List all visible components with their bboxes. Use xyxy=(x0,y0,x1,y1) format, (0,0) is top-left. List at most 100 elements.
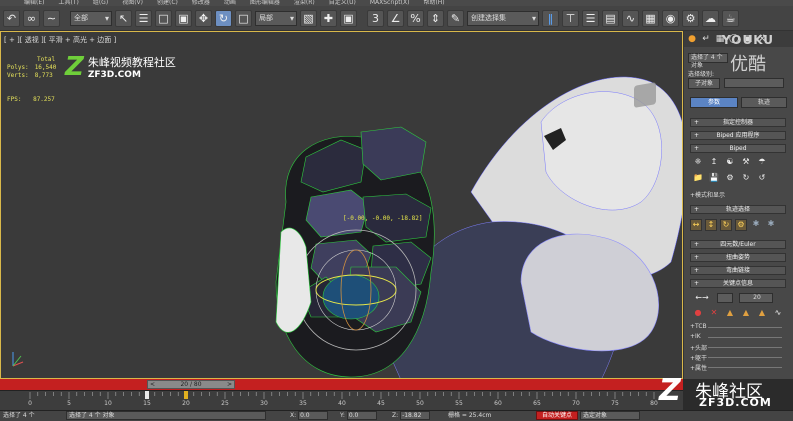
scale-icon[interactable]: □ xyxy=(235,9,252,27)
main-toolbar: ↶ ∞ ∼ 全部 ↖ ☰ □ ▣ ✥ ↻ □ 局部 ▧ ✚ ▣ 3 ∠ % ⇕ … xyxy=(0,6,793,31)
keyboard-shortcut-icon[interactable]: ▣ xyxy=(340,9,357,27)
section-label: 头部 xyxy=(695,345,708,352)
viewcube-icon[interactable] xyxy=(634,82,656,108)
ref-coord-dropdown[interactable]: 局部 xyxy=(255,10,297,26)
selection-filter-dropdown[interactable]: 全部 xyxy=(70,10,112,26)
sub-object-button[interactable]: 子对象 xyxy=(688,78,720,89)
selection-name-field[interactable]: 选择了 4 个对象 xyxy=(688,53,728,69)
key-filter-dropdown[interactable]: 选定对象 xyxy=(580,411,640,420)
set-sliding-key-icon[interactable]: ▲ xyxy=(741,308,751,318)
render-setup-icon[interactable]: ⚙ xyxy=(682,9,699,27)
set-planted-key-icon[interactable]: ▲ xyxy=(725,308,735,318)
section-body[interactable]: +躯干 xyxy=(690,353,786,362)
section-ik[interactable]: +IK xyxy=(690,333,786,340)
rollout-mode-display[interactable]: +模式和显示 xyxy=(690,190,725,199)
scene-render xyxy=(275,76,682,378)
figure-mode-icon[interactable]: ❈ xyxy=(693,157,703,167)
symmetrical-icon[interactable]: ✱ xyxy=(750,219,762,231)
body-rotation-icon[interactable]: ↻ xyxy=(720,219,732,231)
align-icon[interactable]: ⊤ xyxy=(562,9,579,27)
stats-value: Total xyxy=(37,56,56,63)
angle-snap-icon[interactable]: ∠ xyxy=(387,9,404,27)
refresh-icon[interactable]: ↺ xyxy=(757,173,767,183)
time-next[interactable]: > xyxy=(227,381,232,388)
rollout-assign-controller[interactable]: 指定控制器 xyxy=(690,118,786,127)
spinner-snap-icon[interactable]: ⇕ xyxy=(427,9,444,27)
rollout-biped[interactable]: Biped xyxy=(690,144,786,153)
auto-key-button[interactable]: 自动关键点 xyxy=(536,411,578,420)
tab-params[interactable]: 参数 xyxy=(690,97,738,108)
window-crossing-icon[interactable]: ▣ xyxy=(175,9,192,27)
schematic-icon[interactable]: ▦ xyxy=(642,9,659,27)
key-frame-field[interactable]: 20 xyxy=(739,293,773,303)
rollout-track-select[interactable]: 轨迹选择 xyxy=(690,205,786,214)
edit-named-sel-icon[interactable]: ✎ xyxy=(447,9,464,27)
trajectory-icon[interactable]: ∿ xyxy=(773,308,783,318)
create-tab-icon[interactable]: ● xyxy=(686,33,698,45)
current-frame-marker[interactable] xyxy=(184,391,188,399)
modify-tab-icon[interactable]: ↵ xyxy=(700,33,712,45)
selection-level-label: 选择级别: xyxy=(688,71,715,78)
rollout-twist-pose[interactable]: 扭曲姿势 xyxy=(690,253,786,262)
mirror-icon[interactable]: ‖ xyxy=(542,9,559,27)
delete-key-icon[interactable]: ✕ xyxy=(709,308,719,318)
named-selection-dropdown[interactable]: 创建选择集 xyxy=(467,10,539,26)
pivot-icon[interactable]: ▧ xyxy=(300,9,317,27)
link-icon[interactable]: ∞ xyxy=(23,9,40,27)
key-number-field[interactable] xyxy=(717,293,733,303)
rollout-key-info[interactable]: 关键点信息 xyxy=(690,279,786,288)
set-key-icon[interactable]: ● xyxy=(693,308,703,318)
rollout-bend-links[interactable]: 弯曲链接 xyxy=(690,266,786,275)
move-all-icon[interactable]: ↻ xyxy=(741,173,751,183)
body-horizontal-icon[interactable]: ↔ xyxy=(690,219,702,231)
perspective-viewport[interactable]: [ + ][ 透视 ][ 平滑 + 高光 + 边面 ] Z 朱峰视频教程社区 Z… xyxy=(0,31,683,379)
lock-cog-icon[interactable]: ⚙ xyxy=(735,219,747,231)
layer-icon[interactable]: ☰ xyxy=(582,9,599,27)
viewport-stats: Total Polys: 16,540 Verts: 8,773 xyxy=(7,56,56,80)
unlink-icon[interactable]: ∼ xyxy=(43,9,60,27)
prev-next-key-icon[interactable]: ←→ xyxy=(693,293,711,303)
select-by-name-icon[interactable]: ☰ xyxy=(135,9,152,27)
opposite-icon[interactable]: ✱ xyxy=(765,219,777,231)
section-head[interactable]: +头部 xyxy=(690,343,786,352)
gizmo-coord-readout: [-0.00, -0.00, -18.82] xyxy=(343,215,423,222)
rollout-quaternion[interactable]: 四元数/Euler xyxy=(690,240,786,249)
motion-flow-icon[interactable]: ☯ xyxy=(725,157,735,167)
scene-explorer-icon[interactable]: ▤ xyxy=(602,9,619,27)
rollout-biped-app[interactable]: Biped 应用程序 xyxy=(690,131,786,140)
sub-object-dropdown[interactable] xyxy=(724,78,784,88)
tab-track[interactable]: 轨迹 xyxy=(741,97,787,108)
time-slider-bar[interactable]: < 20 / 80 > xyxy=(0,379,683,390)
timeline-tick-label: 35 xyxy=(299,400,307,407)
move-icon[interactable]: ✥ xyxy=(195,9,212,27)
timeline-tick-label: 20 xyxy=(182,400,190,407)
select-manipulate-icon[interactable]: ✚ xyxy=(320,9,337,27)
curve-editor-icon[interactable]: ∿ xyxy=(622,9,639,27)
undo-icon[interactable]: ↶ xyxy=(3,9,20,27)
snap-icon[interactable]: 3 xyxy=(367,9,384,27)
time-slider[interactable]: < 20 / 80 > xyxy=(147,380,235,389)
biped-playback-icon[interactable]: ☂ xyxy=(757,157,767,167)
body-vertical-icon[interactable]: ↕ xyxy=(705,219,717,231)
material-editor-icon[interactable]: ◉ xyxy=(662,9,679,27)
render-frame-icon[interactable]: ☁ xyxy=(702,9,719,27)
key-frame-marker[interactable] xyxy=(145,391,149,399)
set-free-key-icon[interactable]: ▲ xyxy=(757,308,767,318)
time-prev[interactable]: < xyxy=(150,381,155,388)
load-file-icon[interactable]: 📁 xyxy=(693,173,703,183)
footstep-mode-icon[interactable]: ↥ xyxy=(709,157,719,167)
x-input[interactable] xyxy=(298,411,329,420)
render-icon[interactable]: ☕ xyxy=(722,9,739,27)
section-props[interactable]: +属性 xyxy=(690,363,786,372)
viewport-label[interactable]: [ + ][ 透视 ][ 平滑 + 高光 + 边面 ] xyxy=(4,35,116,45)
section-tcb[interactable]: +TCB xyxy=(690,323,786,330)
y-input[interactable] xyxy=(346,411,377,420)
save-file-icon[interactable]: 💾 xyxy=(709,173,719,183)
convert-icon[interactable]: ⚙ xyxy=(725,173,735,183)
mixer-mode-icon[interactable]: ⚒ xyxy=(741,157,751,167)
z-input[interactable] xyxy=(400,411,431,420)
rotate-icon[interactable]: ↻ xyxy=(215,9,232,27)
select-icon[interactable]: ↖ xyxy=(115,9,132,27)
region-select-icon[interactable]: □ xyxy=(155,9,172,27)
percent-snap-icon[interactable]: % xyxy=(407,9,424,27)
